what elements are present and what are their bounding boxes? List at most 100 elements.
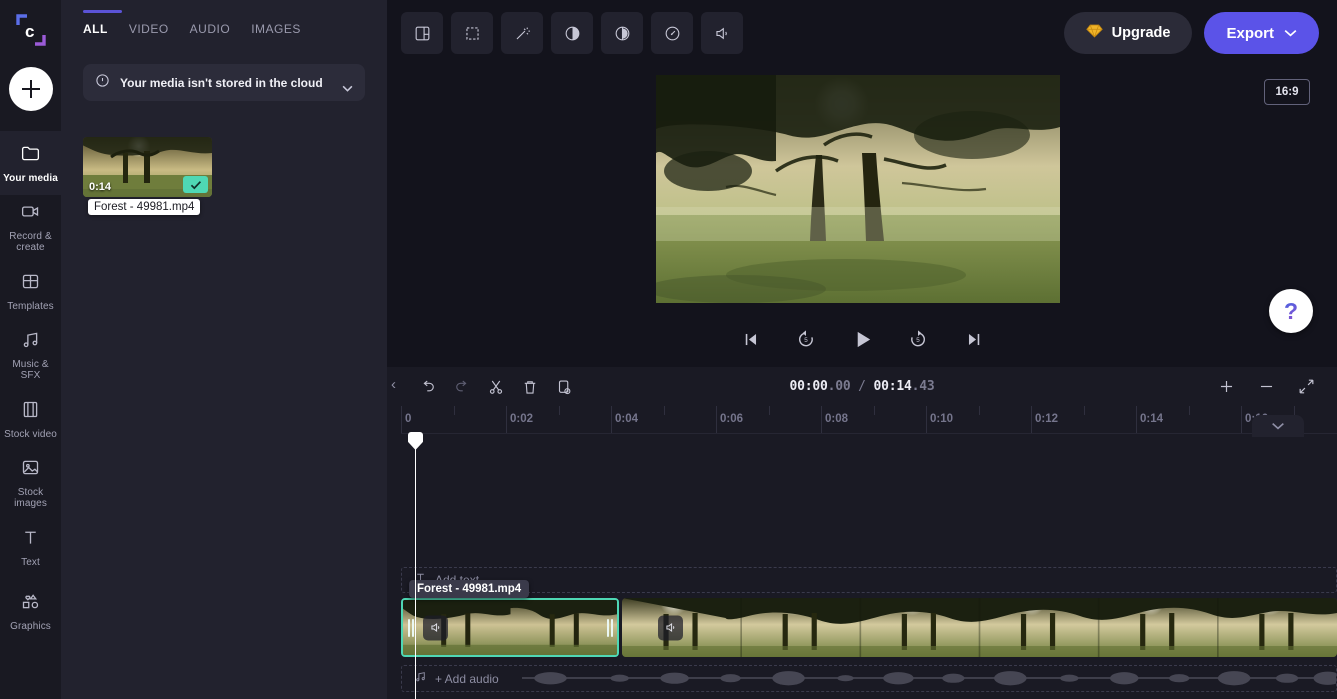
clip-volume-button[interactable]	[658, 615, 683, 640]
drag-handle-icon	[411, 618, 414, 637]
chevron-down-icon[interactable]	[1284, 24, 1297, 42]
media-filename-tooltip: Forest - 49981.mp4	[88, 199, 201, 215]
undo-button[interactable]	[411, 372, 445, 402]
ruler-tick-label: 0:04	[615, 413, 639, 425]
sidebar-item-record-create[interactable]: Record & create	[0, 195, 61, 259]
timeline-toolbar: ‹ 00:00.00 / 00:14.43	[387, 367, 1337, 406]
playhead-handle[interactable]	[408, 432, 423, 450]
sidebar-item-stock-video[interactable]: Stock video	[0, 387, 61, 451]
folder-icon	[20, 143, 41, 169]
sidebar-item-stock-images[interactable]: Stock images	[0, 451, 61, 515]
ruler-tick-minor	[663, 406, 665, 415]
media-tabs: ALL VIDEO AUDIO IMAGES	[61, 0, 387, 38]
tab-all[interactable]: ALL	[83, 22, 108, 38]
cloud-storage-banner[interactable]: Your media isn't stored in the cloud	[83, 64, 365, 101]
skip-next-icon	[968, 333, 979, 345]
skip-to-end-button[interactable]	[957, 322, 991, 356]
duplicate-add-icon	[558, 379, 571, 394]
preview-area: 16:9 5 5 ?	[387, 66, 1337, 437]
split-button[interactable]	[479, 372, 513, 402]
chevron-down-icon[interactable]	[342, 79, 353, 92]
rewind-5s-button[interactable]: 5	[789, 322, 823, 356]
add-text-track[interactable]: Add text	[401, 567, 1337, 593]
timeline-tracks: Add text	[401, 432, 1337, 699]
selected-check-badge[interactable]	[183, 176, 208, 193]
sidebar-item-label: Text	[21, 556, 40, 568]
clip-trim-handle-left[interactable]	[406, 616, 415, 640]
clipchamp-logo-icon[interactable]: c	[0, 0, 61, 60]
top-toolbar: Upgrade Export	[387, 0, 1337, 66]
contrast-circle-icon	[615, 26, 629, 40]
layout-split-icon	[415, 26, 429, 40]
timeline-ruler[interactable]: 00:020:040:060:080:100:120:140:16	[401, 406, 1337, 434]
forward-5s-button[interactable]: 5	[901, 322, 935, 356]
upgrade-button[interactable]: Upgrade	[1063, 12, 1193, 54]
sidebar-item-music-sfx[interactable]: Music & SFX	[0, 323, 61, 387]
media-thumbnail[interactable]: 0:14	[83, 137, 212, 197]
volume-tool-button[interactable]	[701, 12, 743, 54]
shapes-icon	[20, 591, 41, 617]
tab-video[interactable]: VIDEO	[129, 22, 169, 38]
media-card[interactable]: 0:14 Forest - 49981.mp4	[83, 137, 212, 215]
ruler-tick-label: 0:14	[1140, 413, 1164, 425]
duration-badge: 0:14	[89, 181, 112, 193]
svg-text:c: c	[25, 22, 34, 41]
ruler-tick-minor	[978, 406, 980, 415]
clip-trim-handle-right[interactable]	[605, 616, 614, 640]
half-circle-fade-icon	[565, 26, 579, 40]
duplicate-button[interactable]	[547, 372, 581, 402]
total-time: 00:14	[873, 379, 912, 394]
add-audio-track[interactable]: + Add audio	[401, 665, 1337, 692]
filters-tool-button[interactable]	[601, 12, 643, 54]
speed-tool-button[interactable]	[651, 12, 693, 54]
clip-thumbnails	[622, 598, 1337, 657]
ruler-tick-label: 0:10	[930, 413, 954, 425]
collapse-panel-button[interactable]: ‹	[391, 377, 396, 392]
export-button[interactable]: Export	[1204, 12, 1319, 54]
help-button[interactable]: ?	[1269, 289, 1313, 333]
fade-tool-button[interactable]	[551, 12, 593, 54]
zoom-in-button[interactable]	[1209, 372, 1243, 402]
crop-tool-button[interactable]	[451, 12, 493, 54]
video-clip-remainder[interactable]	[622, 598, 1337, 657]
ruler-tick-label: 0	[405, 413, 412, 425]
export-label: Export	[1226, 24, 1274, 42]
auto-enhance-tool-button[interactable]	[501, 12, 543, 54]
split-screen-tool-button[interactable]	[401, 12, 443, 54]
add-media-button[interactable]	[8, 67, 53, 111]
speaker-volume-icon	[430, 623, 439, 632]
tab-images[interactable]: IMAGES	[251, 22, 301, 38]
delete-button[interactable]	[513, 372, 547, 402]
zoom-out-button[interactable]	[1249, 372, 1283, 402]
sidebar-item-text[interactable]: Text	[0, 515, 61, 579]
fit-to-screen-button[interactable]	[1289, 372, 1323, 402]
sidebar-item-your-media[interactable]: Your media	[0, 131, 61, 195]
clip-name-tooltip: Forest - 49981.mp4	[409, 580, 530, 598]
timecode-separator: /	[850, 379, 874, 394]
text-t-icon	[20, 527, 41, 553]
collapse-preview-tab[interactable]	[1252, 415, 1304, 437]
play-button[interactable]	[845, 322, 879, 356]
video-clip-selected[interactable]	[401, 598, 619, 657]
media-panel: ALL VIDEO AUDIO IMAGES Your media isn't …	[61, 0, 387, 699]
sidebar-item-graphics[interactable]: Graphics	[0, 579, 61, 643]
audio-waveform	[522, 671, 1336, 686]
clip-volume-button[interactable]	[423, 615, 448, 640]
drag-handle-icon	[407, 618, 410, 637]
skip-to-start-button[interactable]	[733, 322, 767, 356]
top-right-actions: Upgrade Export	[1063, 12, 1319, 54]
ruler-tick-minor	[453, 406, 455, 415]
video-preview[interactable]	[656, 75, 1060, 303]
svg-text:5: 5	[804, 337, 808, 344]
timeline: ‹ 00:00.00 / 00:14.43 0 0:02 0:04 0:06 0…	[387, 367, 1337, 699]
sidebar-item-templates[interactable]: Templates	[0, 259, 61, 323]
svg-text:5: 5	[916, 337, 920, 344]
image-icon	[20, 457, 41, 483]
redo-button[interactable]	[445, 372, 479, 402]
sidebar-item-label: Record & create	[9, 231, 52, 253]
aspect-ratio-badge[interactable]: 16:9	[1264, 79, 1310, 105]
tab-audio[interactable]: AUDIO	[190, 22, 231, 38]
ruler-tick-minor	[768, 406, 770, 415]
video-camera-icon	[20, 201, 41, 227]
scissors-icon	[489, 380, 503, 394]
